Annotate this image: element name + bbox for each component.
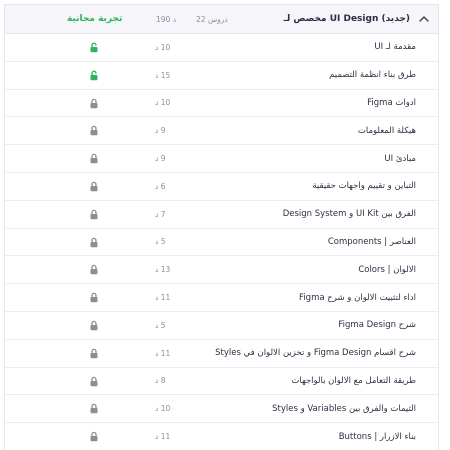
chevron-up-icon[interactable] (418, 13, 430, 25)
lesson-row[interactable]: 9 د مبادئ UI (5, 145, 438, 173)
lesson-title[interactable]: هيكلة المعلومات (358, 126, 416, 136)
lesson-row[interactable]: 11 د بناء الازرار | Buttons (5, 423, 438, 450)
lock-icon (90, 348, 98, 358)
lock-icon (90, 153, 98, 164)
lock-icon (90, 126, 98, 136)
lesson-duration: 15 د (155, 70, 171, 80)
lesson-row[interactable]: 13 د الالوان | Colors (5, 256, 438, 285)
lesson-list: 10 د مقدمة لـ UI 15 د طرق بناء انظمة التصمي… (5, 34, 438, 450)
lesson-title[interactable]: اداء لتثبيت الالوان و شرح Figma (299, 293, 416, 303)
lesson-duration: 11 د (155, 348, 171, 358)
lesson-title[interactable]: مبادئ UI (384, 154, 416, 164)
lock-icon (90, 265, 98, 275)
lock-icon (90, 209, 98, 219)
lesson-title[interactable]: ادوات Figma (367, 98, 416, 108)
lock-icon (90, 376, 98, 386)
lock-icon (90, 404, 98, 414)
lesson-duration: 9 د (155, 154, 166, 164)
lock-icon (90, 181, 98, 192)
lesson-duration: 11 د (155, 432, 171, 442)
section-header[interactable]: تجربة مجانية 190 د 22 دروس مخصص لـ UI De… (5, 5, 438, 34)
lesson-row[interactable]: 7 د الفرق بين UI Kit و Design System (5, 201, 438, 229)
section-title: مخصص لـ UI Design (جديد) (283, 14, 410, 24)
lesson-row[interactable]: 6 د التباين و تقييم واجهات حقيقية (5, 173, 438, 201)
lesson-row[interactable]: 10 د مقدمة لـ UI (5, 34, 438, 62)
course-section: تجربة مجانية 190 د 22 دروس مخصص لـ UI De… (4, 4, 439, 450)
lock-icon (90, 292, 98, 303)
lesson-row[interactable]: 11 د اداء لتثبيت الالوان و شرح Figma (5, 284, 438, 312)
section-lessons-count: 22 دروس (196, 14, 228, 24)
lesson-row[interactable]: 15 د طرق بناء انظمة التصميم (5, 62, 438, 90)
lesson-duration: 6 د (155, 181, 166, 191)
lesson-title[interactable]: العناصر | Components (328, 237, 416, 247)
lesson-row[interactable]: 11 د شرح اقسام Figma Design و تخزين الالو… (5, 340, 438, 368)
lock-icon (90, 237, 98, 247)
lesson-row[interactable]: 5 د شرح Figma Design (5, 312, 438, 340)
lesson-title[interactable]: التباين و تقييم واجهات حقيقية (312, 181, 416, 191)
lesson-title[interactable]: شرح اقسام Figma Design و تخزين الالوان ف… (215, 348, 416, 358)
lesson-title[interactable]: مقدمة لـ UI (374, 42, 416, 52)
lesson-row[interactable]: 5 د العناصر | Components (5, 229, 438, 257)
lesson-duration: 5 د (155, 320, 166, 330)
lesson-duration: 8 د (155, 376, 166, 386)
unlock-icon (90, 42, 98, 53)
free-trial-label[interactable]: تجربة مجانية (67, 14, 122, 24)
lesson-title[interactable]: الثيمات والفرق بين Variables و Styles (272, 404, 416, 414)
lesson-row[interactable]: 10 د ادوات Figma (5, 90, 438, 118)
unlock-icon (90, 70, 98, 80)
lock-icon (90, 98, 98, 108)
lesson-title[interactable]: طرق بناء انظمة التصميم (329, 70, 416, 80)
lesson-duration: 10 د (155, 42, 171, 52)
lesson-row[interactable]: 9 د هيكلة المعلومات (5, 117, 438, 146)
lesson-duration: 13 د (155, 265, 171, 275)
lesson-duration: 11 د (155, 293, 171, 303)
lesson-title[interactable]: الفرق بين UI Kit و Design System (283, 209, 416, 219)
lesson-row[interactable]: 8 د طريقة التعامل مع الالوان بالواجهات (5, 368, 438, 396)
lock-icon (90, 320, 98, 331)
lesson-title[interactable]: طريقة التعامل مع الالوان بالواجهات (291, 376, 416, 386)
lock-icon (90, 431, 98, 442)
lesson-title[interactable]: الالوان | Colors (358, 265, 416, 275)
lesson-row[interactable]: 10 د الثيمات والفرق بين Variables و Style… (5, 395, 438, 424)
lesson-duration: 9 د (155, 126, 166, 136)
lesson-duration: 7 د (155, 209, 166, 219)
lesson-title[interactable]: شرح Figma Design (338, 320, 416, 330)
lesson-duration: 10 د (155, 98, 171, 108)
lesson-title[interactable]: بناء الازرار | Buttons (339, 432, 416, 442)
lesson-duration: 10 د (155, 404, 171, 414)
lesson-duration: 5 د (155, 237, 166, 247)
section-duration: 190 د (156, 14, 177, 24)
